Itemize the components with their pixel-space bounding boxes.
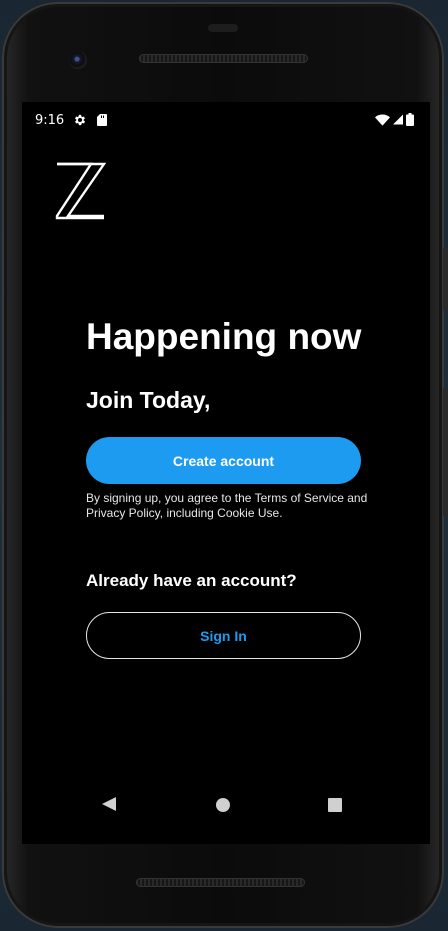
earpiece-slot bbox=[208, 24, 238, 32]
create-account-button[interactable]: Create account bbox=[86, 437, 361, 484]
android-nav-bar bbox=[22, 784, 430, 824]
status-bar: 9:16 bbox=[22, 102, 430, 138]
headline: Happening now bbox=[86, 316, 362, 357]
front-camera-icon bbox=[69, 51, 87, 69]
wifi-icon bbox=[375, 114, 390, 126]
screen: 9:16 Happening now Join Today, Create ac… bbox=[22, 102, 430, 844]
gear-icon bbox=[74, 114, 86, 126]
device-stage: 9:16 Happening now Join Today, Create ac… bbox=[0, 0, 448, 931]
recents-icon[interactable] bbox=[328, 798, 342, 812]
back-icon[interactable] bbox=[102, 797, 116, 811]
volume-button[interactable] bbox=[443, 388, 448, 516]
status-time: 9:16 bbox=[35, 113, 65, 128]
battery-icon bbox=[406, 113, 414, 126]
z-logo-icon bbox=[55, 162, 107, 220]
sign-in-button[interactable]: Sign In bbox=[86, 612, 361, 659]
already-have-account-text: Already have an account? bbox=[86, 571, 297, 590]
status-icons-right bbox=[375, 113, 414, 126]
phone-frame: 9:16 Happening now Join Today, Create ac… bbox=[2, 2, 448, 928]
bottom-speaker-grille bbox=[136, 878, 305, 887]
home-icon[interactable] bbox=[216, 798, 230, 812]
join-today-subhead: Join Today, bbox=[86, 387, 211, 413]
cell-signal-icon bbox=[393, 114, 403, 125]
top-speaker-grille bbox=[139, 54, 308, 63]
power-button[interactable] bbox=[443, 248, 448, 310]
terms-text: By signing up, you agree to the Terms of… bbox=[86, 491, 368, 520]
sd-card-icon bbox=[97, 114, 107, 126]
